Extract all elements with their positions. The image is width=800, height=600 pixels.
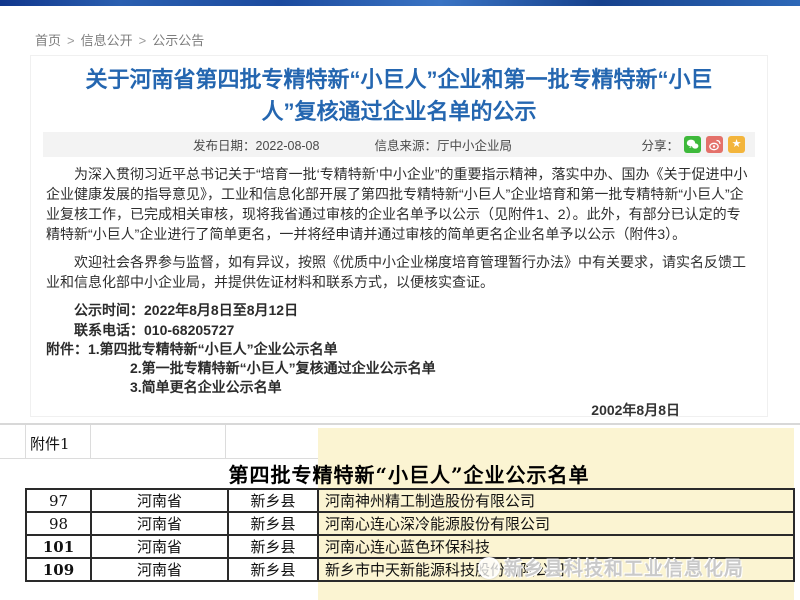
info-source: 信息来源：厅中小企业局 [374,135,512,154]
wechat-share-icon[interactable] [684,136,701,153]
province-cell: 河南省 [91,558,228,581]
paragraph: 欢迎社会各界参与监督，如有异议，按照《优质中小企业梯度培育管理暂行办法》中有关要… [46,252,752,292]
row-number-cell: 101 [26,535,91,558]
province-cell: 河南省 [91,489,228,512]
breadcrumb-link[interactable]: 公示公告 [152,33,204,48]
article-body: 为深入贯彻习近平总书记关于“培育一批‘专精特新’中小企业”的重要指示精神，落实中… [46,164,752,419]
publish-date: 发布日期：2022-08-08 [193,135,319,154]
share-label: 分享： [641,135,679,154]
site-top-bar [0,0,800,6]
star-favorite-icon[interactable]: ★ [728,136,745,153]
attachment1-label: 附件1 [30,433,70,454]
table-row: 109河南省新乡县新乡市中天新能源科技股份有限公司 [26,558,794,581]
row-number-cell: 97 [26,489,91,512]
table-row: 97河南省新乡县河南神州精工制造股份有限公司 [26,489,794,512]
table-title: 第四批专精特新“小巨人”企业公示名单 [25,459,793,488]
article-meta-bar: 发布日期：2022-08-08 信息来源：厅中小企业局 分享： ★ [43,132,755,157]
article-container: 关于河南省第四批专精特新“小巨人”企业和第一批专精特新“小巨人”复核通过企业名单… [30,55,768,417]
breadcrumb-link[interactable]: 首页 [35,33,61,48]
company-name-cell: 新乡市中天新能源科技股份有限公司 [318,558,794,581]
article-date: 2002年8月8日 [46,401,752,419]
share-group: 分享： ★ [641,135,745,154]
province-cell: 河南省 [91,512,228,535]
row-number-cell: 98 [26,512,91,535]
county-cell: 新乡县 [228,558,318,581]
county-cell: 新乡县 [228,489,318,512]
grid-line [225,425,226,458]
grid-line [90,425,91,458]
contact-phone: 联系电话：010-68205727 [46,320,752,340]
publish-date-value: 2022-08-08 [256,139,320,153]
attachment-item: 2.第一批专精特新“小巨人”复核通过企业公示名单 [46,359,752,378]
breadcrumb: 首页 > 信息公开 > 公示公告 [35,30,204,49]
county-cell: 新乡县 [228,535,318,558]
grid-line [25,425,26,458]
table-row: 101河南省新乡县河南心连心蓝色环保科技 [26,535,794,558]
info-source-label: 信息来源： [374,139,437,153]
breadcrumb-separator: > [139,33,147,48]
info-source-value: 厅中小企业局 [437,139,512,153]
province-cell: 河南省 [91,535,228,558]
breadcrumb-link[interactable]: 信息公开 [81,33,133,48]
attachments-label: 附件： [46,341,88,357]
attachment-item: 3.简单更名企业公示名单 [46,378,752,397]
publicity-period: 公示时间：2022年8月8日至8月12日 [46,300,752,320]
attachment-list: 附件：1.第四批专精特新“小巨人”企业公示名单2.第一批专精特新“小巨人”复核通… [46,340,752,397]
attachment-item-text: 3.简单更名企业公示名单 [130,379,282,395]
company-name-cell: 河南心连心蓝色环保科技 [318,535,794,558]
paragraph: 为深入贯彻习近平总书记关于“培育一批‘专精特新’中小企业”的重要指示精神，落实中… [46,164,752,244]
company-table: 97河南省新乡县河南神州精工制造股份有限公司98河南省新乡县河南心连心深冷能源股… [25,489,795,582]
table-row: 98河南省新乡县河南心连心深冷能源股份有限公司 [26,512,794,535]
breadcrumb-separator: > [67,33,75,48]
attachment-item: 附件：1.第四批专精特新“小巨人”企业公示名单 [46,340,752,359]
county-cell: 新乡县 [228,512,318,535]
attachment-item-text: 1.第四批专精特新“小巨人”企业公示名单 [88,341,338,357]
company-name-cell: 河南心连心深冷能源股份有限公司 [318,512,794,535]
publish-date-label: 发布日期： [193,139,256,153]
row-number-cell: 109 [26,558,91,581]
weibo-share-icon[interactable] [706,136,723,153]
company-name-cell: 河南神州精工制造股份有限公司 [318,489,794,512]
attachment-item-text: 2.第一批专精特新“小巨人”复核通过企业公示名单 [130,360,436,376]
embedded-spreadsheet: 附件1 第四批专精特新“小巨人”企业公示名单 97河南省新乡县河南神州精工制造股… [0,423,800,600]
page-title: 关于河南省第四批专精特新“小巨人”企业和第一批专精特新“小巨人”复核通过企业名单… [69,64,729,128]
